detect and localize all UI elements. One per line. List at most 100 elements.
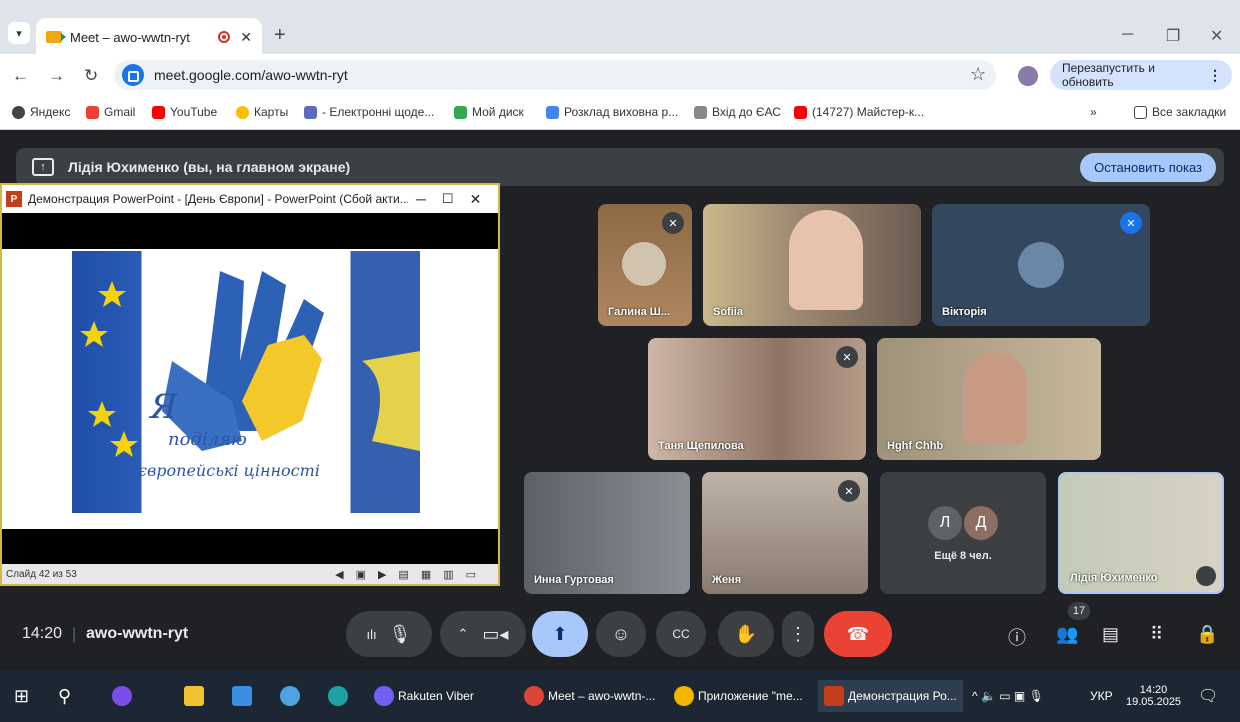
meet-controls: 14:20 | awo-wwtn-ryt ılı 🎙 ⌃ ▭◂ ⬆ ☺ CC ✋ ⋮… (0, 598, 1240, 670)
browser-chrome: ▾ Meet – awo-wwtn-ryt ✕ + ─ ❐ ✕ ← → ↻ me… (0, 0, 1240, 130)
site-info-icon[interactable] (122, 64, 144, 86)
participant-tile[interactable]: ✕ Таня Щепилова (648, 338, 866, 460)
camera-button[interactable]: ⌃ ▭◂ (440, 611, 526, 657)
tab-title: Meet – awo-wwtn-ryt (70, 29, 190, 45)
info-icon[interactable]: ⓘ (1008, 624, 1026, 650)
participant-name: Hghf Chhb (887, 440, 944, 452)
emoji-button[interactable]: ☺ (596, 611, 646, 657)
mic-off-icon: ✕ (838, 480, 860, 502)
slide: Я поділяю європейські цінності (72, 251, 420, 513)
chat-icon[interactable]: ▤ (1102, 624, 1119, 645)
more-bookmarks-icon[interactable]: » (1090, 105, 1097, 119)
tab-meet[interactable]: Meet – awo-wwtn-ryt ✕ (36, 18, 262, 56)
clock-time: 14:20 (1139, 684, 1168, 696)
video-feed (789, 210, 863, 310)
notifications-icon[interactable]: 🗨 (1198, 680, 1218, 712)
edge-icon[interactable] (328, 680, 352, 712)
slide-counter: Слайд 42 из 53 (6, 568, 77, 580)
ppt-minimize-button[interactable]: ─ (416, 191, 426, 207)
new-tab-button[interactable]: + (274, 24, 286, 47)
forward-button[interactable]: → (48, 66, 65, 86)
participant-name: Женя (712, 574, 742, 586)
taskbar-chrome-app[interactable]: Приложение "me... (674, 680, 803, 712)
profile-avatar[interactable] (1018, 66, 1038, 86)
pin-icon[interactable] (1196, 566, 1216, 586)
leave-call-button[interactable]: ☎ (824, 611, 892, 657)
raise-hand-button[interactable]: ✋ (718, 611, 774, 657)
ppt-close-button[interactable]: ✕ (470, 191, 482, 208)
bookmark-drive[interactable]: Мой диск (454, 105, 524, 119)
minimize-button[interactable]: ─ (1122, 26, 1133, 44)
start-button[interactable]: ⊞ (14, 680, 29, 712)
bookmark-eas[interactable]: Вхід до ЄАС (694, 105, 781, 119)
mic-button[interactable]: ılı 🎙 (346, 611, 432, 657)
ppt-view-controls[interactable]: ◀▣▶▤▦▥▭ (335, 568, 488, 581)
stop-presenting-button[interactable]: Остановить показ (1080, 152, 1216, 182)
people-icon[interactable]: 👥 (1056, 624, 1078, 645)
present-button[interactable]: ⬆ (532, 611, 588, 657)
restore-button[interactable]: ❐ (1166, 26, 1180, 46)
bookmark-star-icon[interactable]: ☆ (970, 64, 986, 85)
menu-dots-icon[interactable]: ⋮ (1208, 67, 1222, 84)
search-icon[interactable]: ⚲ (58, 680, 71, 712)
participant-tile[interactable]: ✕ Галина Ш... (598, 204, 692, 326)
file-explorer-icon[interactable] (184, 680, 208, 712)
system-tray-icons[interactable]: ^ 🔈 ▭ ▣ 🎙 (972, 680, 1044, 712)
bookmark-youtube-master[interactable]: (14727) Майстер-к... (794, 105, 924, 119)
ppt-window-title: Демонстрация PowerPoint - [День Європи] … (28, 192, 408, 206)
participant-tile[interactable]: ✕ Вікторія (932, 204, 1150, 326)
taskbar-powerpoint[interactable]: Демонстрация Ро... (818, 680, 963, 712)
meeting-code: awo-wwtn-ryt (86, 625, 189, 642)
more-participants-tile[interactable]: Л Д Ещё 8 чел. (880, 472, 1046, 594)
bookmark-gmail[interactable]: Gmail (86, 105, 135, 119)
taskbar-viber[interactable]: Rakuten Viber (374, 680, 474, 712)
captions-button[interactable]: CC (656, 611, 706, 657)
store-icon[interactable] (232, 680, 256, 712)
tab-search-button[interactable]: ▾ (8, 22, 30, 44)
avatar: Л (928, 506, 962, 540)
participant-tile[interactable]: Hghf Chhb (877, 338, 1101, 460)
avatar: Д (964, 506, 998, 540)
all-bookmarks-button[interactable]: Все закладки (1134, 105, 1226, 119)
close-window-button[interactable]: ✕ (1210, 26, 1223, 46)
recording-icon (218, 31, 231, 43)
reload-button[interactable]: ↻ (84, 66, 98, 86)
relaunch-button[interactable]: Перезапустить и обновить ⋮ (1050, 60, 1232, 90)
chevron-up-icon[interactable]: ⌃ (458, 626, 469, 642)
clock[interactable]: 14:20 19.05.2025 (1126, 680, 1181, 712)
more-options-button[interactable]: ⋮ (782, 611, 814, 657)
bookmark-schedule[interactable]: Розклад виховна р... (546, 105, 678, 119)
bookmark-journal[interactable]: - Електронні щоде... (304, 105, 434, 119)
participant-tile[interactable]: Инна Гуртовая (524, 472, 690, 594)
bookmark-youtube[interactable]: YouTube (152, 105, 217, 119)
bookmark-maps[interactable]: Карты (236, 105, 288, 119)
participant-tile[interactable]: ✕ Женя (702, 472, 868, 594)
ppt-statusbar: Слайд 42 из 53 ◀▣▶▤▦▥▭ (2, 564, 498, 584)
ppt-maximize-button[interactable]: ☐ (442, 191, 454, 207)
slide-text-podilyayu: поділяю (168, 429, 247, 450)
presenting-text: Лідія Юхименко (вы, на главном экране) (68, 159, 351, 175)
participant-tile[interactable]: Sofiia (703, 204, 921, 326)
back-button[interactable]: ← (12, 66, 29, 86)
language-indicator[interactable]: УКР (1090, 680, 1113, 712)
mic-off-icon: ✕ (1120, 212, 1142, 234)
copilot-icon[interactable] (112, 680, 136, 712)
participant-name: Вікторія (942, 306, 987, 318)
bookmark-yandex[interactable]: Яндекс (12, 105, 70, 119)
powerpoint-window[interactable]: P Демонстрация PowerPoint - [День Європи… (0, 183, 500, 586)
participant-tile-self[interactable]: Лідія Юхименко (1058, 472, 1224, 594)
activities-icon[interactable]: ⠿ (1150, 624, 1163, 645)
participant-name: Таня Щепилова (658, 440, 744, 452)
taskbar-chrome-meet[interactable]: Meet – awo-wwtn-... (524, 680, 655, 712)
app-icon[interactable] (280, 680, 304, 712)
more-participants-label: Ещё 8 чел. (934, 550, 992, 562)
bookmarks-bar: Яндекс Gmail YouTube Карты - Електронні … (0, 96, 1240, 130)
avatar (1018, 242, 1064, 288)
mic-icon: 🎙 (388, 623, 412, 644)
present-icon: ↑ (32, 158, 54, 176)
participant-name: Лідія Юхименко (1070, 572, 1158, 584)
ppt-titlebar: P Демонстрация PowerPoint - [День Європи… (2, 185, 498, 213)
close-tab-icon[interactable]: ✕ (240, 29, 252, 46)
host-controls-icon[interactable]: 🔒 (1196, 624, 1218, 645)
url-field[interactable]: meet.google.com/awo-wwtn-ryt (114, 60, 996, 90)
